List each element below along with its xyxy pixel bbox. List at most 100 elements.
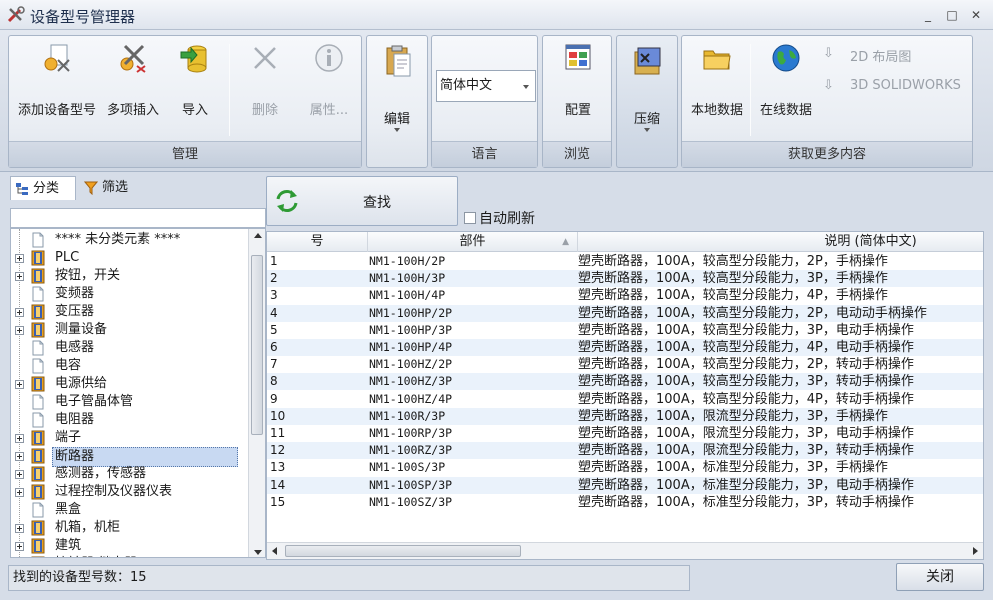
- category-tree: **** 未分类元素 **** PLC 按钮，开关 变频器 变压器 测量设备 电感器 电容 电源…: [10, 228, 266, 558]
- minimize-button[interactable]: _: [918, 6, 938, 24]
- tree-item[interactable]: **** 未分类元素 ****: [11, 231, 249, 249]
- table-row[interactable]: 10 NM1-100R/3P 塑壳断路器，100A，限流型分段能力，3P，手柄操作: [267, 407, 983, 425]
- tree-item[interactable]: 接触器 继电器: [11, 555, 249, 557]
- book-icon: [31, 466, 45, 482]
- local-data-button[interactable]: 本地数据: [684, 36, 750, 140]
- scroll-down-icon[interactable]: [254, 550, 262, 555]
- expand-icon[interactable]: [15, 488, 24, 497]
- grid-scroll-thumb[interactable]: [285, 545, 521, 557]
- table-row[interactable]: 15 NM1-100SZ/3P 塑壳断路器，100A，标准型分段能力，3P，转动手柄…: [267, 494, 983, 511]
- edit-button[interactable]: 编辑: [366, 35, 428, 168]
- scroll-left-icon[interactable]: [272, 547, 277, 555]
- column-number[interactable]: 号: [267, 232, 368, 252]
- table-row[interactable]: 4 NM1-100HP/2P 塑壳断路器，100A，较高型分段能力，2P，电动动手柄…: [267, 304, 983, 322]
- tree-item[interactable]: 电感器: [11, 339, 249, 357]
- tree-item[interactable]: 断路器: [11, 447, 249, 467]
- expand-icon[interactable]: [15, 452, 24, 461]
- table-row[interactable]: 5 NM1-100HP/3P 塑壳断路器，100A，较高型分段能力，3P，电动手柄操…: [267, 322, 983, 339]
- expand-icon[interactable]: [15, 326, 24, 335]
- tree-item[interactable]: 机箱，机柜: [11, 519, 249, 537]
- expand-icon[interactable]: [15, 470, 24, 479]
- tab-classify-label: 分类: [33, 181, 60, 196]
- scroll-right-icon[interactable]: [973, 547, 978, 555]
- maximize-button[interactable]: □: [942, 6, 962, 24]
- tree-item[interactable]: 按钮，开关: [11, 267, 249, 285]
- close-button[interactable]: 关闭: [896, 563, 984, 591]
- row-number: 5: [270, 322, 278, 337]
- row-part: NM1-100S/3P: [369, 460, 446, 475]
- table-row[interactable]: 9 NM1-100HZ/4P 塑壳断路器，100A，较高型分段能力，4P，转动手柄操…: [267, 391, 983, 408]
- table-row[interactable]: 7 NM1-100HZ/2P 塑壳断路器，100A，较高型分段能力，2P，转动手柄操…: [267, 356, 983, 373]
- table-row[interactable]: 6 NM1-100HP/4P 塑壳断路器，100A，较高型分段能力，4P，电动手柄操…: [267, 339, 983, 356]
- tree-item[interactable]: 变压器: [11, 303, 249, 321]
- online-data-button[interactable]: 在线数据: [754, 36, 818, 140]
- table-row[interactable]: 3 NM1-100H/4P 塑壳断路器，100A，较高型分段能力，4P，手柄操作: [267, 287, 983, 304]
- language-selected: 简体中文: [440, 78, 493, 93]
- book-icon: [31, 556, 45, 557]
- row-description: 塑壳断路器，100A，标准型分段能力，3P，电动手柄操作: [578, 477, 914, 493]
- search-button[interactable]: 查找: [266, 176, 458, 226]
- layout-2d-button[interactable]: 2D 布局图: [850, 46, 911, 65]
- tree-item[interactable]: 感测器，传感器: [11, 465, 249, 483]
- row-number: 4: [270, 305, 278, 320]
- table-row[interactable]: 8 NM1-100HZ/3P 塑壳断路器，100A，较高型分段能力，3P，转动手柄操…: [267, 373, 983, 391]
- tab-classify[interactable]: 分类: [10, 176, 76, 200]
- document-icon: [32, 286, 44, 302]
- tree-item[interactable]: 过程控制及仪器仪表: [11, 483, 249, 501]
- grid-horizontal-scrollbar[interactable]: [267, 542, 983, 559]
- row-description: 塑壳断路器，100A，较高型分段能力，2P，转动手柄操作: [578, 357, 914, 373]
- table-row[interactable]: 14 NM1-100SP/3P 塑壳断路器，100A，标准型分段能力，3P，电动手柄…: [267, 476, 983, 494]
- compress-button[interactable]: 压缩: [616, 35, 678, 168]
- scroll-up-icon[interactable]: [254, 233, 262, 238]
- multi-insert-button[interactable]: 多项插入: [103, 36, 163, 140]
- tree-item[interactable]: 电容: [11, 357, 249, 375]
- import-button[interactable]: 导入: [169, 36, 221, 140]
- table-row[interactable]: 2 NM1-100H/3P 塑壳断路器，100A，较高型分段能力，3P，手柄操作: [267, 270, 983, 288]
- table-row[interactable]: 11 NM1-100RP/3P 塑壳断路器，100A，限流型分段能力，3P，电动手柄…: [267, 425, 983, 442]
- tree-item[interactable]: 端子: [11, 429, 249, 447]
- expand-icon[interactable]: [15, 308, 24, 317]
- auto-refresh-checkbox[interactable]: 自动刷新: [464, 208, 535, 228]
- book-icon: [31, 448, 45, 464]
- properties-button[interactable]: 属性...: [301, 36, 357, 140]
- expand-icon[interactable]: [15, 272, 24, 281]
- checkbox-box[interactable]: [464, 212, 476, 224]
- tree-item-label: 断路器: [52, 447, 238, 467]
- separator: [750, 44, 751, 136]
- expand-icon[interactable]: [15, 434, 24, 443]
- add-device-button[interactable]: 添加设备型号: [13, 36, 101, 140]
- tree-item[interactable]: 变频器: [11, 285, 249, 303]
- tree-item[interactable]: 电子管晶体管: [11, 393, 249, 411]
- row-part: NM1-100HP/4P: [369, 340, 453, 354]
- tree-item[interactable]: 电源供给: [11, 375, 249, 393]
- column-part[interactable]: 部件 ▲: [368, 232, 578, 252]
- document-icon: [32, 394, 44, 410]
- close-window-button[interactable]: ✕: [966, 6, 986, 24]
- tree-search-input[interactable]: [10, 208, 266, 228]
- table-row[interactable]: 12 NM1-100RZ/3P 塑壳断路器，100A，限流型分段能力，3P，转动手柄…: [267, 442, 983, 460]
- tree-item[interactable]: 测量设备: [11, 321, 249, 339]
- book-icon: [31, 430, 45, 446]
- tree-item[interactable]: 电阻器: [11, 411, 249, 429]
- row-number: 11: [270, 426, 286, 440]
- delete-button[interactable]: 删除: [237, 36, 293, 140]
- expand-icon[interactable]: [15, 254, 24, 263]
- tree-item[interactable]: 建筑: [11, 537, 249, 555]
- tree-item[interactable]: PLC: [11, 249, 249, 267]
- table-row[interactable]: 13 NM1-100S/3P 塑壳断路器，100A，标准型分段能力，3P，手柄操作: [267, 459, 983, 476]
- tree-scroll-thumb[interactable]: [251, 255, 263, 435]
- tree-scrollbar[interactable]: [248, 229, 265, 557]
- expand-icon[interactable]: [15, 524, 24, 533]
- tree-item[interactable]: 黑盒: [11, 501, 249, 519]
- expand-icon[interactable]: [15, 542, 24, 551]
- table-row[interactable]: 1 NM1-100H/2P 塑壳断路器，100A，较高型分段能力，2P，手柄操作: [267, 253, 983, 270]
- refresh-icon: [276, 190, 298, 212]
- expand-icon[interactable]: [15, 380, 24, 389]
- tab-filter[interactable]: 筛选: [80, 176, 150, 200]
- column-description[interactable]: 说明 (简体中文): [578, 232, 983, 252]
- config-button[interactable]: 配置: [548, 36, 608, 140]
- local-data-label: 本地数据: [690, 103, 743, 118]
- solidworks-3d-button[interactable]: 3D SOLIDWORKS: [850, 78, 961, 93]
- language-select[interactable]: 简体中文: [436, 70, 536, 102]
- group-browse: 配置 浏览: [542, 35, 612, 168]
